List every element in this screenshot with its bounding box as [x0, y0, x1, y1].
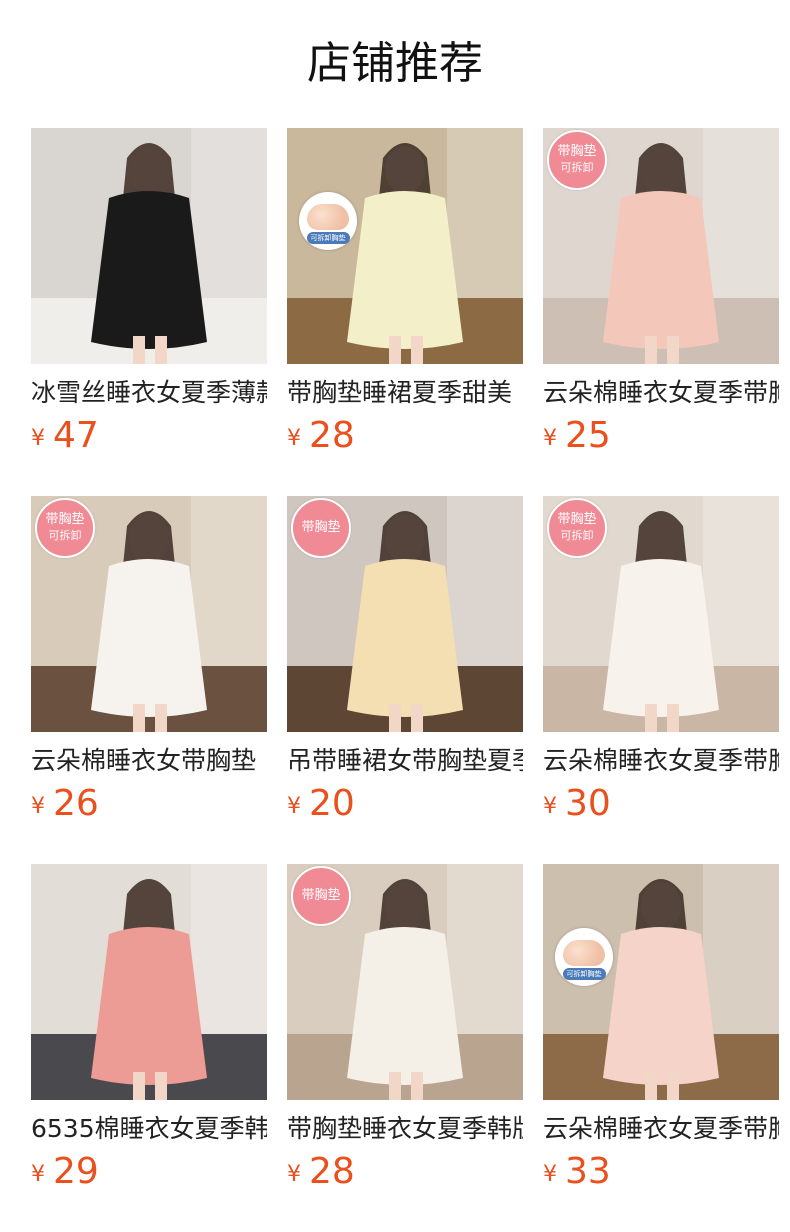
- product-image[interactable]: 可拆卸胸垫: [543, 864, 779, 1100]
- product-image[interactable]: 带胸垫 可拆卸: [31, 496, 267, 732]
- currency-symbol: ¥: [287, 794, 301, 819]
- product-price: ¥30: [543, 782, 611, 826]
- product-image[interactable]: 带胸垫 可拆卸: [543, 496, 779, 732]
- badge-line2: 可拆卸: [560, 161, 594, 174]
- product-name[interactable]: 吊带睡裙女带胸垫夏季: [287, 744, 523, 778]
- product-card[interactable]: 带胸垫可拆卸云朵棉睡衣女夏季带胸垫 ¥25: [543, 128, 779, 496]
- product-image[interactable]: 可拆卸胸垫: [287, 128, 523, 364]
- price-value: 33: [565, 1151, 611, 1192]
- product-name[interactable]: 云朵棉睡衣女夏季带胸垫: [543, 744, 779, 778]
- product-card[interactable]: 带胸垫可拆卸云朵棉睡衣女带胸垫 ¥26: [31, 496, 267, 864]
- price-value: 29: [53, 1151, 99, 1192]
- product-card[interactable]: 带胸垫吊带睡裙女带胸垫夏季 ¥20: [287, 496, 523, 864]
- currency-symbol: ¥: [543, 794, 557, 819]
- price-value: 28: [309, 415, 355, 456]
- product-card[interactable]: 6535棉睡衣女夏季韩版 ¥29: [31, 864, 267, 1232]
- currency-symbol: ¥: [543, 426, 557, 451]
- product-price: ¥47: [31, 414, 99, 458]
- product-price: ¥28: [287, 414, 355, 458]
- product-name[interactable]: 6535棉睡衣女夏季韩版: [31, 1112, 267, 1146]
- chest-pad-badge: 带胸垫 可拆卸: [547, 498, 607, 558]
- chest-pad-inset: 可拆卸胸垫: [299, 192, 357, 250]
- chest-pad-badge: 带胸垫: [291, 498, 351, 558]
- badge-line1: 带胸垫: [301, 888, 341, 903]
- product-card[interactable]: 带胸垫带胸垫睡衣女夏季韩版 ¥28: [287, 864, 523, 1232]
- badge-line2: 可拆卸: [48, 529, 82, 542]
- product-name[interactable]: 冰雪丝睡衣女夏季薄款: [31, 376, 267, 410]
- chest-pad-icon: [307, 204, 349, 230]
- chest-pad-badge: 带胸垫 可拆卸: [547, 130, 607, 190]
- badge-line1: 带胸垫: [557, 144, 597, 159]
- chest-pad-badge: 带胸垫: [291, 866, 351, 926]
- price-value: 26: [53, 783, 99, 824]
- currency-symbol: ¥: [31, 1162, 45, 1187]
- section-title: 店铺推荐: [307, 38, 483, 89]
- product-photo: [31, 128, 267, 364]
- price-value: 20: [309, 783, 355, 824]
- product-price: ¥28: [287, 1150, 355, 1194]
- price-value: 30: [565, 783, 611, 824]
- product-name[interactable]: 云朵棉睡衣女夏季带胸垫: [543, 1112, 779, 1146]
- product-name[interactable]: 带胸垫睡裙夏季甜美: [287, 376, 523, 410]
- currency-symbol: ¥: [543, 1162, 557, 1187]
- price-value: 47: [53, 415, 99, 456]
- chest-pad-caption: 可拆卸胸垫: [562, 968, 606, 980]
- product-image[interactable]: [31, 128, 267, 364]
- product-price: ¥25: [543, 414, 611, 458]
- product-card[interactable]: 冰雪丝睡衣女夏季薄款 ¥47: [31, 128, 267, 496]
- product-image[interactable]: 带胸垫: [287, 864, 523, 1100]
- badge-line1: 带胸垫: [45, 512, 85, 527]
- product-name[interactable]: 云朵棉睡衣女带胸垫: [31, 744, 267, 778]
- currency-symbol: ¥: [287, 1162, 301, 1187]
- price-value: 25: [565, 415, 611, 456]
- chest-pad-inset: 可拆卸胸垫: [555, 928, 613, 986]
- product-price: ¥20: [287, 782, 355, 826]
- currency-symbol: ¥: [31, 794, 45, 819]
- product-image[interactable]: 带胸垫 可拆卸: [543, 128, 779, 364]
- product-price: ¥33: [543, 1150, 611, 1194]
- product-card[interactable]: 可拆卸胸垫云朵棉睡衣女夏季带胸垫 ¥33: [543, 864, 779, 1232]
- badge-line1: 带胸垫: [301, 520, 341, 535]
- product-name[interactable]: 云朵棉睡衣女夏季带胸垫: [543, 376, 779, 410]
- product-card[interactable]: 带胸垫可拆卸云朵棉睡衣女夏季带胸垫 ¥30: [543, 496, 779, 864]
- product-photo: [31, 864, 267, 1100]
- currency-symbol: ¥: [31, 426, 45, 451]
- product-grid: 冰雪丝睡衣女夏季薄款 ¥47 可拆卸胸垫 带胸垫睡裙夏季甜美 ¥28 带胸垫 可拆卸 云朵棉睡…: [31, 128, 779, 1232]
- product-price: ¥26: [31, 782, 99, 826]
- product-image[interactable]: 带胸垫: [287, 496, 523, 732]
- badge-line1: 带胸垫: [557, 512, 597, 527]
- price-value: 28: [309, 1151, 355, 1192]
- chest-pad-caption: 可拆卸胸垫: [306, 232, 350, 244]
- product-image[interactable]: [31, 864, 267, 1100]
- badge-line2: 可拆卸: [560, 529, 594, 542]
- product-card[interactable]: 可拆卸胸垫带胸垫睡裙夏季甜美 ¥28: [287, 128, 523, 496]
- product-name[interactable]: 带胸垫睡衣女夏季韩版: [287, 1112, 523, 1146]
- currency-symbol: ¥: [287, 426, 301, 451]
- product-price: ¥29: [31, 1150, 99, 1194]
- chest-pad-badge: 带胸垫 可拆卸: [35, 498, 95, 558]
- chest-pad-icon: [563, 940, 605, 966]
